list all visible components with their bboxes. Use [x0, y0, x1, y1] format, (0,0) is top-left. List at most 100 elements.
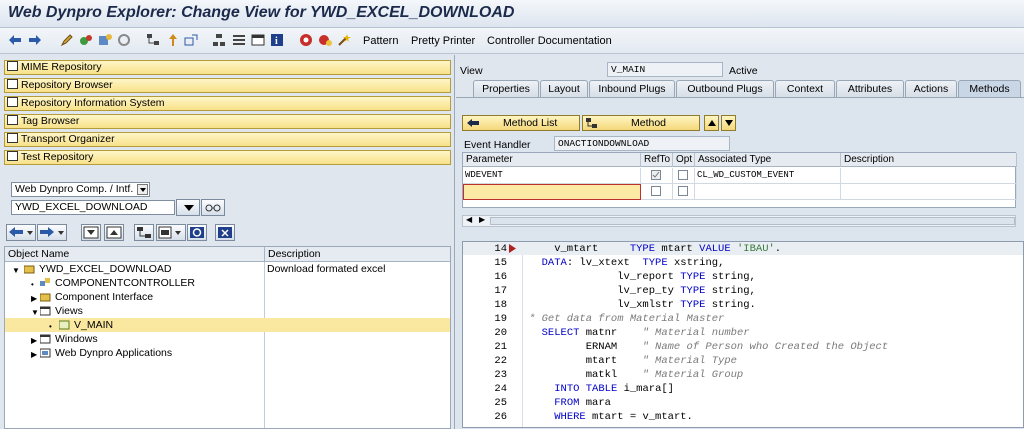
tab-outbound-plugs[interactable]: Outbound Plugs	[676, 80, 774, 97]
tab-strip: Properties Layout Inbound Plugs Outbound…	[456, 80, 1024, 97]
mime-repository-button[interactable]: MIME Repository	[4, 60, 451, 75]
refto-checkbox[interactable]	[651, 170, 661, 180]
tree-row-component-interface[interactable]: ▶ Component Interface	[5, 290, 450, 304]
tab-layout[interactable]: Layout	[540, 80, 588, 97]
hierarchy-icon	[137, 227, 151, 238]
test-icon[interactable]	[117, 33, 131, 47]
code-line[interactable]: v_mtart TYPE mtart VALUE 'IBAU'.	[529, 243, 781, 255]
parameter-cell[interactable]: WDEVENT	[463, 168, 641, 184]
activate-icon[interactable]	[98, 33, 112, 47]
tree-row-views[interactable]: ▼ Views	[5, 304, 450, 318]
view-name-field[interactable]: V_MAIN	[607, 62, 723, 77]
hierarchy-icon[interactable]	[146, 33, 160, 47]
collapsed-arrow-icon[interactable]: ▶	[31, 348, 37, 362]
repository-info-system-button[interactable]: Repository Information System	[4, 96, 451, 111]
tree-row-componentcontroller[interactable]: • COMPONENTCONTROLLER	[5, 276, 450, 290]
object-name-input[interactable]: YWD_EXCEL_DOWNLOAD	[11, 200, 175, 215]
code-line[interactable]: lv_xmlstr TYPE string.	[529, 299, 756, 311]
opt-column-header[interactable]: Opt	[673, 153, 695, 167]
hierarchy-button[interactable]	[134, 224, 154, 241]
code-editor[interactable]: 14 v_mtart TYPE mtart VALUE 'IBAU'. 15 DA…	[462, 241, 1024, 428]
code-line[interactable]: SELECT matnr " Material number	[529, 327, 750, 339]
info-icon[interactable]: i	[270, 33, 284, 47]
associated-type-cell[interactable]	[695, 184, 841, 200]
description-cell[interactable]	[841, 168, 1017, 184]
line-number: 26	[494, 411, 507, 423]
session-breakpoint-icon[interactable]	[318, 33, 332, 47]
next-object-button[interactable]	[37, 224, 67, 241]
display-object-list-icon[interactable]	[251, 33, 265, 47]
code-line[interactable]: FROM mara	[529, 397, 611, 409]
code-line[interactable]: DATA: lv_xtext TYPE xstring,	[529, 257, 725, 269]
parameter-column-header[interactable]: Parameter	[463, 153, 641, 167]
tree-row-v-main[interactable]: • V_MAIN	[5, 318, 450, 332]
back-icon[interactable]	[8, 33, 22, 47]
method-button[interactable]: Method	[582, 115, 700, 131]
where-used-icon[interactable]	[232, 33, 246, 47]
window-title: Web Dynpro Explorer: Change View for YWD…	[8, 4, 515, 21]
tree-row-component[interactable]: ▼ YWD_EXCEL_DOWNLOAD Download formated e…	[5, 262, 450, 276]
tree-row-windows[interactable]: ▶ Windows	[5, 332, 450, 346]
code-line[interactable]: WHERE mtart = v_mtart.	[529, 411, 693, 423]
object-name-column-header[interactable]: Object Name	[5, 247, 265, 262]
check-icon[interactable]	[79, 33, 93, 47]
method-list-button[interactable]: Method List	[462, 115, 580, 131]
wizard-icon[interactable]	[337, 33, 351, 47]
edit-toggle-icon[interactable]	[60, 33, 74, 47]
next-method-button[interactable]	[721, 115, 736, 131]
breakpoint-icon[interactable]	[299, 33, 313, 47]
horizontal-scrollbar[interactable]: ◀ ▶	[462, 215, 1016, 227]
tab-actions[interactable]: Actions	[905, 80, 957, 97]
structure-icon[interactable]	[212, 33, 226, 47]
tag-browser-button[interactable]: Tag Browser	[4, 114, 451, 129]
test-repository-button[interactable]: Test Repository	[4, 150, 451, 165]
code-line[interactable]: ERNAM " Name of Person who Created the O…	[529, 341, 888, 353]
associated-type-cell[interactable]: CL_WD_CUSTOM_EVENT	[695, 168, 841, 184]
tab-attributes[interactable]: Attributes	[836, 80, 904, 97]
navigate-icon[interactable]	[184, 33, 198, 47]
display-object-button[interactable]	[156, 224, 186, 241]
scroll-left-icon[interactable]: ◀	[466, 215, 472, 224]
code-line[interactable]: lv_rep_ty TYPE string,	[529, 285, 756, 297]
opt-checkbox[interactable]	[678, 170, 688, 180]
display-button[interactable]	[201, 199, 225, 216]
close-icon	[218, 227, 232, 238]
pretty-printer-button[interactable]: Pretty Printer	[411, 35, 475, 47]
tab-context[interactable]: Context	[775, 80, 835, 97]
description-column-header[interactable]: Description	[841, 153, 1017, 167]
event-handler-field[interactable]: ONACTIONDOWNLOAD	[554, 136, 730, 151]
refto-column-header[interactable]: RefTo	[641, 153, 673, 167]
refresh-button[interactable]	[187, 224, 207, 241]
repository-browser-button[interactable]: Repository Browser	[4, 78, 451, 93]
collapse-button[interactable]	[81, 224, 101, 241]
tree-row-web-dynpro-applications[interactable]: ▶ Web Dynpro Applications	[5, 346, 450, 360]
code-line[interactable]: mtart " Material Type	[529, 355, 737, 367]
previous-method-button[interactable]	[704, 115, 719, 131]
code-line[interactable]: * Get data from Material Master	[529, 313, 724, 325]
close-browser-button[interactable]	[215, 224, 235, 241]
chevron-down-icon[interactable]	[137, 184, 148, 195]
description-column-header[interactable]: Description	[265, 247, 450, 262]
scroll-right-icon[interactable]: ▶	[479, 215, 485, 224]
previous-object-button[interactable]	[6, 224, 36, 241]
object-dropdown-button[interactable]	[176, 199, 200, 216]
tab-inbound-plugs[interactable]: Inbound Plugs	[589, 80, 675, 97]
tab-methods[interactable]: Methods	[958, 80, 1021, 97]
description-cell[interactable]	[841, 184, 1017, 200]
refto-checkbox[interactable]	[651, 186, 661, 196]
up-arrow-icon[interactable]	[166, 33, 180, 47]
object-type-select[interactable]: Web Dynpro Comp. / Intf.	[11, 182, 150, 197]
associated-type-column-header[interactable]: Associated Type	[695, 153, 841, 167]
opt-checkbox[interactable]	[678, 186, 688, 196]
code-line[interactable]: matkl " Material Group	[529, 369, 744, 381]
parameter-input-cell[interactable]	[463, 184, 641, 200]
transport-organizer-button[interactable]: Transport Organizer	[4, 132, 451, 147]
controller-documentation-button[interactable]: Controller Documentation	[487, 35, 612, 47]
forward-icon[interactable]	[28, 33, 42, 47]
code-line[interactable]: lv_report TYPE string,	[529, 271, 756, 283]
tab-properties[interactable]: Properties	[473, 80, 539, 97]
pattern-button[interactable]: Pattern	[363, 35, 398, 47]
code-line[interactable]: INTO TABLE i_mara[]	[529, 383, 674, 395]
expand-button[interactable]	[104, 224, 124, 241]
scroll-thumb[interactable]	[490, 217, 1015, 225]
